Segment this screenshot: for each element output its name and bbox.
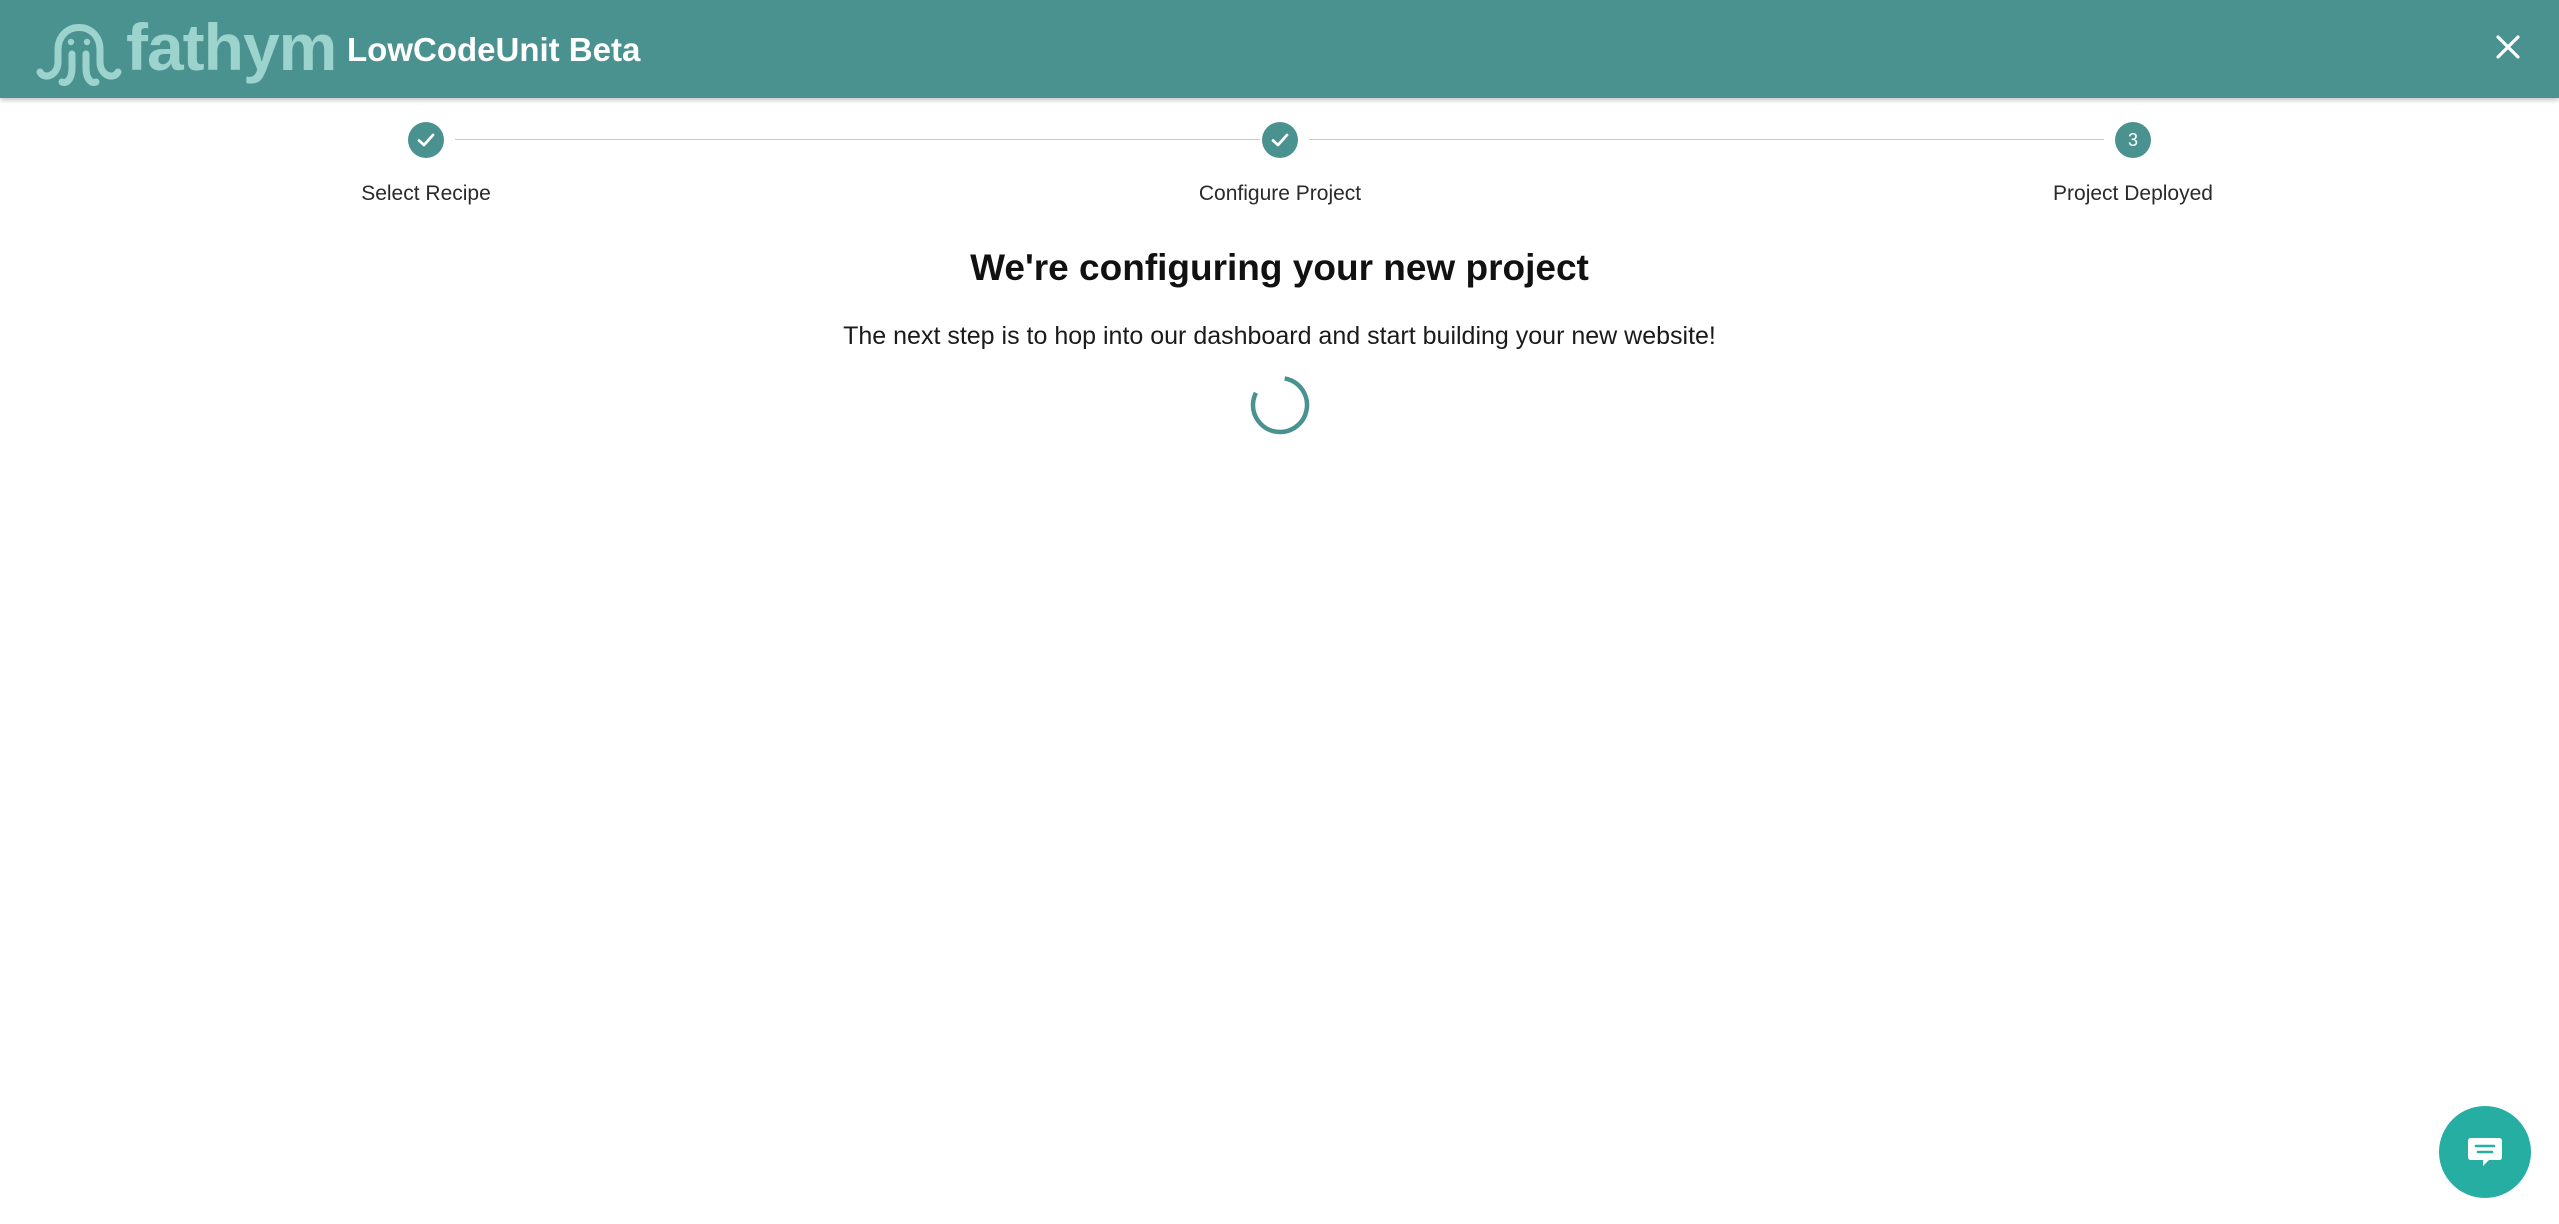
- step-configure-project[interactable]: Configure Project: [1130, 118, 1430, 206]
- app-title: LowCodeUnit Beta: [347, 31, 641, 68]
- step-completed-badge: [1262, 122, 1298, 158]
- close-button[interactable]: [2490, 29, 2526, 65]
- step-number-badge: 3: [2115, 122, 2151, 158]
- close-icon: [2496, 35, 2520, 59]
- chat-icon: [2468, 1138, 2502, 1166]
- check-icon: [1271, 133, 1289, 147]
- step-label: Project Deployed: [2053, 182, 2213, 205]
- logo-wordmark: fathym: [126, 10, 337, 84]
- check-icon: [417, 133, 435, 147]
- step-completed-badge: [408, 122, 444, 158]
- spinner-icon: [1250, 375, 1310, 435]
- step-project-deployed[interactable]: 3 Project Deployed: [1983, 118, 2283, 206]
- step-select-recipe[interactable]: Select Recipe: [276, 118, 576, 206]
- step-label: Configure Project: [1198, 182, 1362, 205]
- fathym-logo[interactable]: fathym: [36, 10, 337, 90]
- chat-button[interactable]: [2439, 1106, 2531, 1198]
- step-label: Select Recipe: [361, 182, 491, 205]
- octopus-logo-icon: [36, 24, 122, 86]
- page-description: The next step is to hop into our dashboa…: [843, 322, 1716, 350]
- progress-stepper: Select Recipe Configure Project 3 Projec…: [0, 118, 2559, 218]
- top-bar: fathym LowCodeUnit Beta: [0, 0, 2559, 98]
- page-heading: We're configuring your new project: [970, 247, 1589, 288]
